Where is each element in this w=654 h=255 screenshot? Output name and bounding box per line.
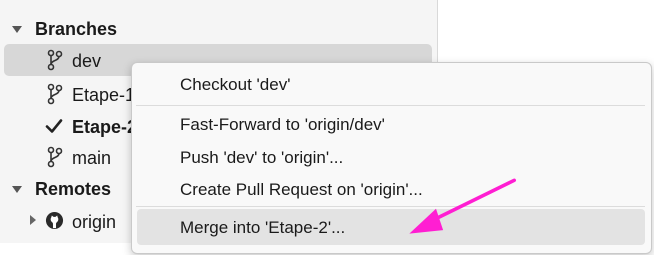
menu-separator xyxy=(136,105,645,106)
branches-disclosure-icon[interactable] xyxy=(12,26,22,33)
annotation-arrow-icon xyxy=(409,178,516,234)
sidebar-item-dev-label[interactable]: dev xyxy=(72,51,101,72)
git-branch-icon xyxy=(47,83,63,105)
branch-context-menu: Checkout 'dev' Fast-Forward to 'origin/d… xyxy=(131,62,652,254)
menu-item-push[interactable]: Push 'dev' to 'origin'... xyxy=(180,148,343,168)
menu-item-create-pull-request[interactable]: Create Pull Request on 'origin'... xyxy=(180,180,423,200)
sidebar-item-etape-1-label[interactable]: Etape-1 xyxy=(72,85,135,106)
menu-separator xyxy=(136,206,645,207)
remotes-header[interactable]: Remotes xyxy=(35,179,111,200)
sidebar-item-etape-2-label[interactable]: Etape-2 xyxy=(72,117,137,138)
origin-expand-icon[interactable] xyxy=(30,215,36,225)
checkmark-icon xyxy=(45,119,63,133)
menu-item-merge[interactable]: Merge into 'Etape-2'... xyxy=(180,218,345,238)
sidebar-item-main-label[interactable]: main xyxy=(72,148,111,169)
branches-header[interactable]: Branches xyxy=(35,19,117,40)
menu-item-fast-forward[interactable]: Fast-Forward to 'origin/dev' xyxy=(180,115,385,135)
git-branch-icon xyxy=(47,146,63,168)
remotes-disclosure-icon[interactable] xyxy=(12,186,22,193)
menu-item-checkout[interactable]: Checkout 'dev' xyxy=(180,75,290,95)
sidebar-item-origin-label[interactable]: origin xyxy=(72,212,116,233)
git-branch-icon xyxy=(47,49,63,71)
github-icon xyxy=(45,211,64,230)
